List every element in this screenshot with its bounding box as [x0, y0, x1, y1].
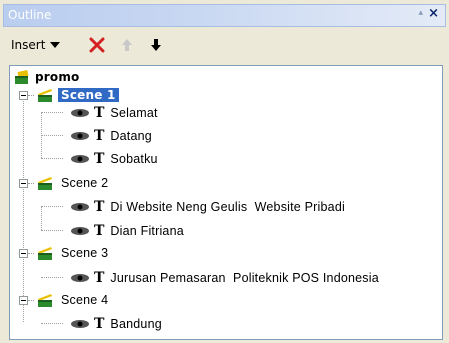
collapse-toggle[interactable] — [19, 179, 28, 188]
text-layer-icon: T — [94, 316, 105, 332]
scene-label: Scene 1 — [58, 88, 119, 102]
tree-item-text[interactable]: T Dian Fitriana — [70, 222, 184, 240]
scene-label: Scene 2 — [61, 176, 109, 190]
tree-connector — [41, 135, 63, 136]
insert-label: Insert — [11, 38, 46, 52]
tree-item-scene-1[interactable]: Scene 1 — [37, 86, 119, 104]
eye-visibility-icon — [71, 109, 89, 117]
tree-item-scene-3[interactable]: Scene 3 — [37, 244, 108, 262]
tree-item-scene-2[interactable]: Scene 2 — [37, 174, 108, 192]
move-down-button[interactable] — [149, 36, 163, 54]
eye-visibility-icon — [71, 155, 89, 163]
text-item-label: Datang — [110, 129, 152, 143]
text-layer-icon: T — [94, 223, 105, 239]
tree-connector — [41, 323, 63, 324]
outline-panel: Outline ▴ × Insert promo Scene 1 T Selam… — [0, 0, 449, 343]
text-layer-icon: T — [94, 128, 105, 144]
tree-item-text[interactable]: T Sobatku — [70, 150, 158, 168]
text-item-label: Sobatku — [110, 152, 158, 166]
text-layer-icon: T — [94, 151, 105, 167]
clapperboard-icon — [38, 294, 52, 307]
tree-item-text[interactable]: T Datang — [70, 127, 152, 145]
tree-connector — [41, 206, 63, 207]
scene-label: Scene 4 — [61, 293, 109, 307]
tree-connector — [23, 94, 24, 322]
tree-item-scene-4[interactable]: Scene 4 — [37, 291, 108, 309]
eye-visibility-icon — [71, 320, 89, 328]
text-layer-icon: T — [94, 270, 105, 286]
panel-title: Outline — [8, 8, 52, 22]
tree-item-text[interactable]: T Jurusan Pemasaran Politeknik POS Indon… — [70, 269, 379, 287]
collapse-toggle[interactable] — [19, 91, 28, 100]
text-item-label: Dian Fitriana — [110, 224, 184, 238]
root-label: promo — [35, 70, 80, 84]
clapperboard-icon — [38, 247, 52, 260]
tree-item-text[interactable]: T Selamat — [70, 104, 158, 122]
movie-project-icon — [15, 70, 29, 84]
clapperboard-icon — [38, 89, 52, 102]
tree-connector — [41, 277, 63, 278]
text-layer-icon: T — [94, 105, 105, 121]
tree-connector — [41, 230, 63, 231]
eye-visibility-icon — [71, 203, 89, 211]
panel-titlebar[interactable]: Outline ▴ × — [3, 4, 446, 27]
eye-visibility-icon — [71, 227, 89, 235]
move-up-button[interactable] — [120, 36, 134, 54]
delete-button[interactable] — [89, 36, 105, 54]
close-icon[interactable]: × — [428, 6, 439, 21]
collapse-toggle[interactable] — [19, 249, 28, 258]
text-item-label: Bandung — [110, 317, 162, 331]
outline-toolbar: Insert — [3, 32, 446, 58]
tree-item-text[interactable]: T Di Website Neng Geulis Website Pribadi — [70, 198, 345, 216]
text-item-label: Selamat — [110, 106, 158, 120]
insert-dropdown-button[interactable]: Insert — [11, 36, 61, 54]
collapse-toggle[interactable] — [19, 296, 28, 305]
clapperboard-icon — [38, 177, 52, 190]
outline-tree[interactable]: promo Scene 1 T Selamat T Datang T Sobat… — [9, 65, 443, 340]
eye-visibility-icon — [71, 132, 89, 140]
tree-item-text[interactable]: T Bandung — [70, 315, 162, 333]
dropdown-arrow-icon — [50, 42, 61, 48]
text-item-label: Di Website Neng Geulis Website Pribadi — [110, 200, 345, 214]
tree-connector — [41, 158, 63, 159]
tree-connector — [28, 95, 34, 96]
tree-connector — [28, 253, 34, 254]
scene-label: Scene 3 — [61, 246, 109, 260]
move-down-arrow-icon — [151, 39, 161, 51]
text-item-label: Jurusan Pemasaran Politeknik POS Indones… — [110, 271, 379, 285]
tree-root-promo[interactable]: promo — [14, 68, 80, 86]
eye-visibility-icon — [71, 274, 89, 282]
delete-x-icon — [89, 37, 105, 53]
tree-connector — [41, 112, 63, 113]
tree-connector — [28, 300, 34, 301]
pin-icon[interactable]: ▴ — [418, 8, 423, 18]
text-layer-icon: T — [94, 199, 105, 215]
move-up-arrow-icon — [122, 39, 132, 51]
tree-connector — [28, 183, 34, 184]
tree-connector — [41, 206, 42, 230]
